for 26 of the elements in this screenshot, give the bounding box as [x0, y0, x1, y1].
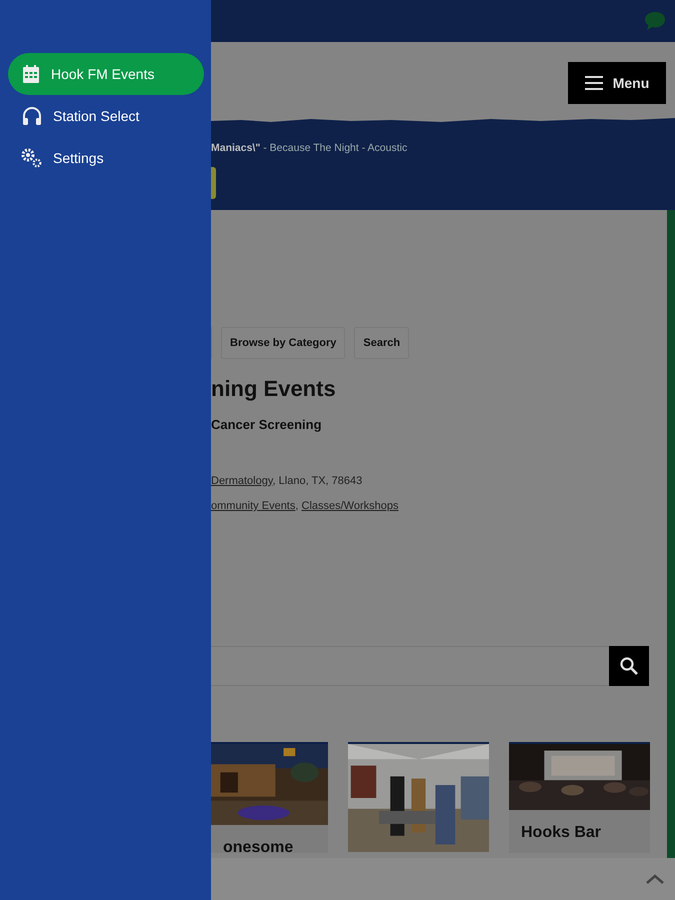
menu-button[interactable]: Menu	[568, 62, 666, 104]
filter-button[interactable]: Browse by Category	[221, 327, 346, 359]
event-categories: ommunity Events, Classes/Workshops	[211, 499, 400, 514]
search-button[interactable]	[609, 646, 649, 686]
play-button-edge[interactable]	[211, 166, 216, 199]
headphones-icon	[21, 106, 43, 126]
chevron-up-icon[interactable]	[645, 873, 665, 885]
search-field[interactable]	[211, 646, 609, 686]
drawer-item[interactable]: Hook FM Events	[8, 53, 204, 95]
event-card[interactable]: onesome	[211, 742, 328, 852]
location-link[interactable]: Dermatology	[211, 474, 273, 486]
card-title: Hooks Bar	[520, 822, 602, 842]
category-link[interactable]: ommunity Events	[211, 500, 296, 512]
now-playing-text: Maniacs\" - Because The Night - Acoustic	[211, 141, 408, 156]
drawer-item[interactable]: Station Select	[8, 95, 204, 137]
calendar-icon	[21, 64, 41, 84]
category-link[interactable]: Classes/Workshops	[302, 500, 398, 512]
filter-button[interactable]: Search	[354, 327, 410, 359]
event-location: Dermatology, Llano, TX, 78643	[211, 474, 364, 488]
drawer-item[interactable]: Settings	[8, 137, 204, 179]
search-icon	[619, 656, 639, 676]
gears-icon	[21, 148, 43, 168]
event-card[interactable]: Hooks Bar	[509, 742, 650, 852]
section-heading: ning Events	[211, 375, 337, 403]
event-title[interactable]: Cancer Screening	[211, 415, 667, 434]
menu-icon	[584, 76, 603, 90]
